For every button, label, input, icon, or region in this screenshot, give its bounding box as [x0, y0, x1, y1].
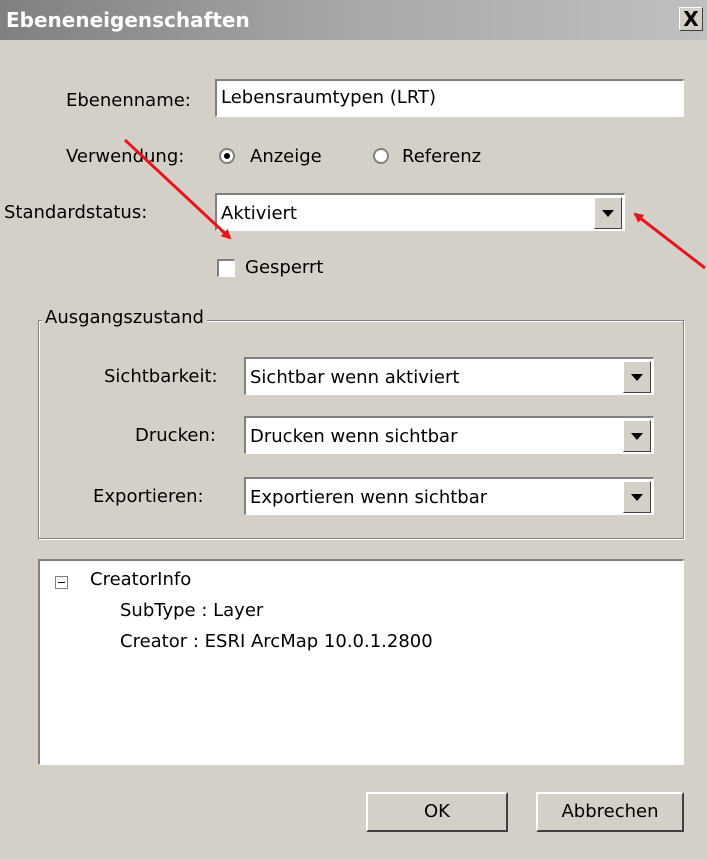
- layer-properties-dialog: Ebeneneigenschaften X Ebenenname: Lebens…: [0, 0, 707, 859]
- annotation-arrows: [123, 138, 706, 270]
- annotation-arrow-right: [633, 212, 706, 270]
- annotation-arrow-left: [123, 138, 232, 240]
